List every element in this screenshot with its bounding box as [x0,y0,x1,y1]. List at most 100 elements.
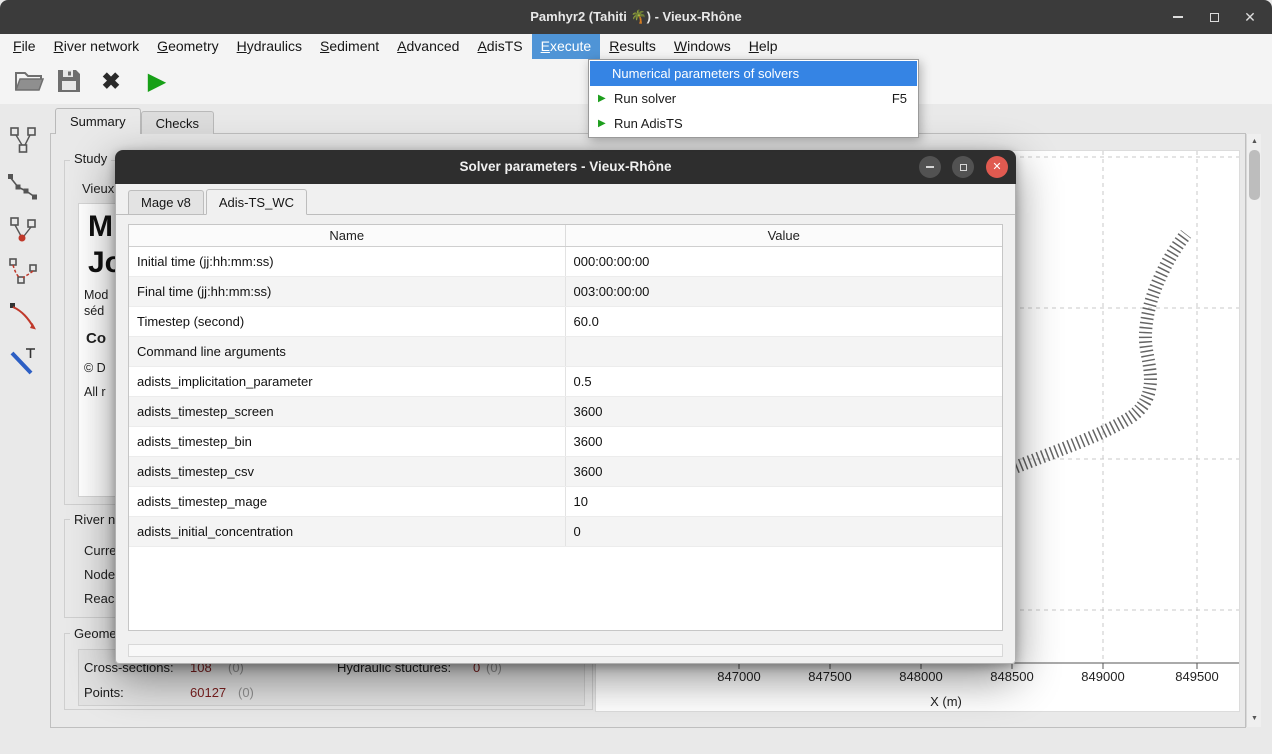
menu-item-label: Run solver [614,91,892,106]
menu-file[interactable]: File [4,34,45,59]
tab-summary[interactable]: Summary [55,108,141,134]
window-title: Pamhyr2 (Tahiti 🌴) - Vieux-Rhône [0,0,1272,34]
menu-advanced[interactable]: Advanced [388,34,468,59]
maximize-icon [960,164,967,171]
dialog-title: Solver parameters - Vieux-Rhône [115,150,1016,184]
param-value[interactable] [566,337,1003,366]
table-body: Initial time (jj:hh:mm:ss) 000:00:00:00 … [129,247,1002,547]
points-extra: (0) [238,685,254,700]
param-name: Command line arguments [129,337,566,366]
run-button[interactable]: ▶ [138,62,176,100]
dialog-tabbar: Mage v8 Adis-TS_WC [116,186,1015,215]
study-heading-line1: M [88,210,113,244]
river-network-tool-button[interactable] [6,122,40,158]
table-row[interactable]: Timestep (second) 60.0 [129,307,1002,337]
close-icon: ✕ [992,162,1001,173]
tab-mage-v8[interactable]: Mage v8 [128,190,204,214]
param-name: Timestep (second) [129,307,566,336]
play-icon: ▶ [598,118,614,129]
menu-help[interactable]: Help [740,34,787,59]
menu-item-numerical-parameters[interactable]: Numerical parameters of solvers [590,61,917,86]
tab-checks[interactable]: Checks [141,111,214,134]
menu-sediment[interactable]: Sediment [311,34,388,59]
minimize-button[interactable] [1166,5,1190,29]
save-button[interactable] [50,62,88,100]
parameters-table: Name Value Initial time (jj:hh:mm:ss) 00… [128,224,1003,631]
dialog-minimize-button[interactable] [919,156,941,178]
scroll-down-icon[interactable]: ▼ [1247,712,1262,726]
table-row[interactable]: adists_implicitation_parameter 0.5 [129,367,1002,397]
solver-parameters-dialog: Solver parameters - Vieux-Rhône ✕ Mage v… [115,150,1016,664]
menu-execute[interactable]: Execute [532,34,601,59]
run-icon: ▶ [148,67,166,96]
menu-geometry[interactable]: Geometry [148,34,227,59]
window-controls: ✕ [1166,5,1262,29]
param-name: adists_timestep_csv [129,457,566,486]
param-value[interactable]: 3600 [566,427,1003,456]
menu-item-shortcut: F5 [892,91,907,106]
nodes-tool-button[interactable] [6,212,40,248]
maximize-button[interactable] [1202,5,1226,29]
table-row[interactable]: Initial time (jj:hh:mm:ss) 000:00:00:00 [129,247,1002,277]
table-row[interactable]: adists_timestep_mage 10 [129,487,1002,517]
param-value[interactable]: 3600 [566,457,1003,486]
param-name: Initial time (jj:hh:mm:ss) [129,247,566,276]
param-value[interactable]: 003:00:00:00 [566,277,1003,306]
param-value[interactable]: 0.5 [566,367,1003,396]
menu-item-run-solver[interactable]: ▶ Run solver F5 [590,86,917,111]
study-name-text: Vieux [82,181,114,196]
window-titlebar[interactable]: Pamhyr2 (Tahiti 🌴) - Vieux-Rhône ✕ [0,0,1272,34]
save-floppy-icon [55,67,83,95]
hydrograph-tool-button[interactable] [6,298,40,334]
study-rights-text: All r [84,385,106,399]
menu-results[interactable]: Results [600,34,665,59]
main-tabbar: Summary Checks [55,108,214,134]
dialog-close-button[interactable]: ✕ [986,156,1008,178]
points-label: Points: [84,685,124,700]
dialog-maximize-button[interactable] [952,156,974,178]
vertical-scrollbar[interactable]: ▲ ▼ [1246,134,1261,727]
table-row[interactable]: adists_timestep_csv 3600 [129,457,1002,487]
hydrograph-icon [8,301,38,331]
river-current-label: Curre [84,543,117,558]
tab-adis-ts-wc[interactable]: Adis-TS_WC [206,189,307,215]
close-button[interactable]: ✕ [1238,5,1262,29]
x-tick-label: 849000 [1073,669,1133,684]
param-name: adists_implicitation_parameter [129,367,566,396]
table-row[interactable]: Command line arguments [129,337,1002,367]
table-row[interactable]: Final time (jj:hh:mm:ss) 003:00:00:00 [129,277,1002,307]
param-value[interactable]: 10 [566,487,1003,516]
param-name: Final time (jj:hh:mm:ss) [129,277,566,306]
study-desc-line1: Mod [84,288,108,302]
study-desc-line2: séd [84,304,104,318]
table-header-row: Name Value [129,225,1002,247]
x-tick-label: 848500 [982,669,1042,684]
menu-adists[interactable]: AdisTS [468,34,531,59]
reach-tool-button[interactable] [6,254,40,290]
cross-section-tool-button[interactable] [6,168,40,204]
param-value[interactable]: 000:00:00:00 [566,247,1003,276]
param-name: adists_timestep_mage [129,487,566,516]
x-axis-label: X (m) [901,694,991,709]
menu-item-run-adists[interactable]: ▶ Run AdisTS [590,111,917,136]
open-button[interactable] [10,62,48,100]
table-row[interactable]: adists_timestep_bin 3600 [129,427,1002,457]
maximize-icon [1210,13,1219,22]
dialog-titlebar[interactable]: Solver parameters - Vieux-Rhône ✕ [115,150,1016,184]
menu-river-network[interactable]: River network [45,34,149,59]
table-row[interactable]: adists_initial_concentration 0 [129,517,1002,547]
geometry-group-label: Geome [70,626,121,641]
param-value[interactable]: 0 [566,517,1003,546]
param-value[interactable]: 60.0 [566,307,1003,336]
table-row[interactable]: adists_timestep_screen 3600 [129,397,1002,427]
column-header-value: Value [566,225,1003,246]
param-name: adists_initial_concentration [129,517,566,546]
scrollbar-thumb[interactable] [1249,150,1260,200]
scroll-up-icon[interactable]: ▲ [1247,135,1262,149]
menu-hydraulics[interactable]: Hydraulics [228,34,311,59]
menu-windows[interactable]: Windows [665,34,740,59]
boundary-condition-tool-button[interactable] [6,342,40,378]
param-value[interactable]: 3600 [566,397,1003,426]
study-contributors-heading: Co [86,330,106,347]
delete-button[interactable]: ✖ [92,62,130,100]
